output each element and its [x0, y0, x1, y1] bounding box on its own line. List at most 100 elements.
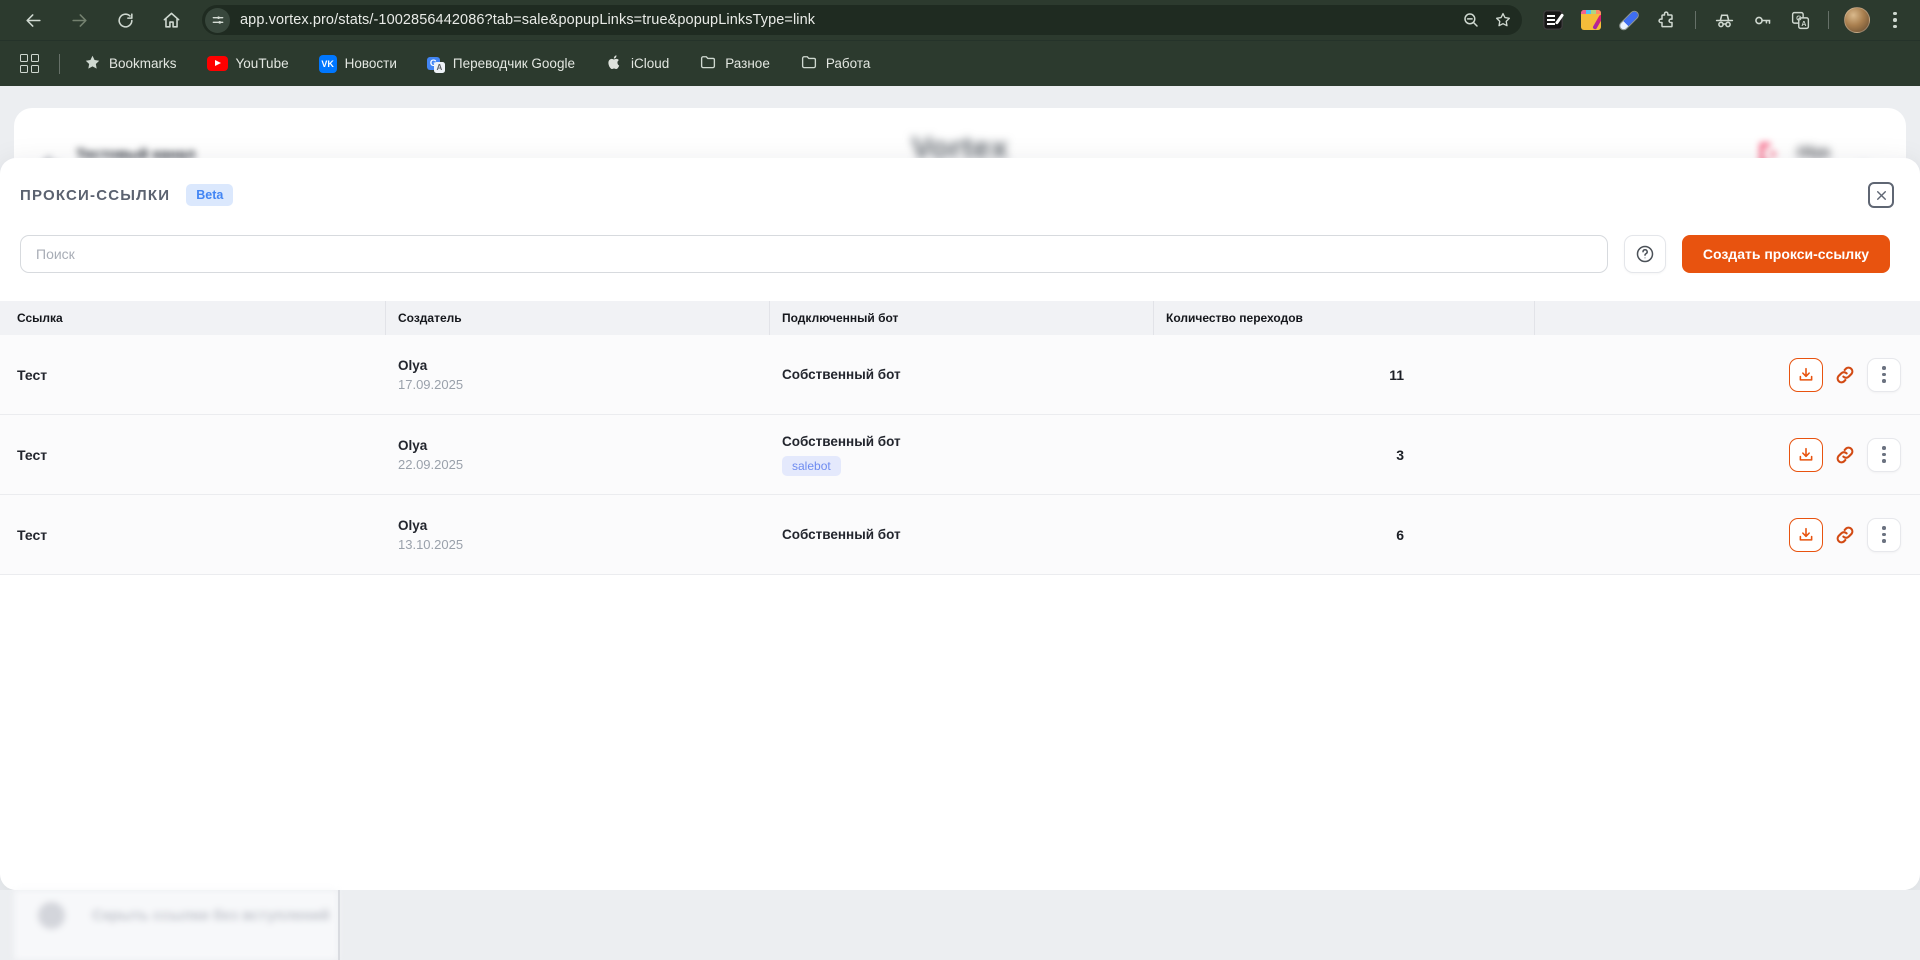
bot-name: Собственный бот — [782, 434, 1154, 449]
extensions-puzzle-icon[interactable] — [1652, 5, 1682, 35]
bookmark-label: Новости — [345, 56, 397, 71]
bookmark-star-icon[interactable] — [1494, 11, 1512, 29]
row-actions — [1535, 358, 1920, 392]
proxy-links-modal: ПРОКСИ-ССЫЛКИ Beta Создать прокси-ссылку… — [0, 158, 1920, 890]
profile-avatar[interactable] — [1842, 5, 1872, 35]
site-settings-icon[interactable] — [205, 8, 230, 33]
column-header-transitions: Количество переходов — [1154, 301, 1535, 335]
table-row: Тест Olya 22.09.2025 Собственный бот sal… — [0, 415, 1920, 495]
url-text[interactable]: app.vortex.pro/stats/-1002856442086?tab=… — [240, 12, 1452, 28]
search-input[interactable] — [20, 235, 1608, 273]
creator-name: Olya — [398, 518, 770, 533]
bookmark-google-translate[interactable]: GA Переводчик Google — [417, 50, 585, 78]
copy-link-button[interactable] — [1832, 442, 1858, 468]
back-icon[interactable] — [16, 3, 50, 37]
apps-grid-icon[interactable] — [14, 49, 45, 78]
bot-name: Собственный бот — [782, 527, 1154, 542]
bookmark-label: Переводчик Google — [453, 56, 575, 71]
notepad-extension-icon[interactable] — [1538, 5, 1568, 35]
column-header-link: Ссылка — [0, 301, 386, 335]
row-actions — [1535, 438, 1920, 472]
link-cell: Тест — [0, 527, 386, 543]
bookmark-label: Разное — [725, 56, 770, 71]
column-header-actions — [1535, 301, 1920, 335]
proxy-links-table: Ссылка Создатель Подключенный бот Количе… — [0, 301, 1920, 575]
folder-icon — [699, 53, 717, 74]
download-button[interactable] — [1789, 438, 1823, 472]
browser-toolbar: app.vortex.pro/stats/-1002856442086?tab=… — [0, 0, 1920, 40]
bookmark-bookmarks[interactable]: Bookmarks — [74, 49, 187, 79]
creator-name: Olya — [398, 438, 770, 453]
incognito-icon[interactable] — [1709, 5, 1739, 35]
notes-extension-icon[interactable] — [1576, 5, 1606, 35]
toolbar-divider — [1695, 11, 1696, 29]
browser-menu-icon[interactable] — [1880, 5, 1910, 35]
home-icon[interactable] — [154, 3, 188, 37]
folder-icon — [800, 53, 818, 74]
background-bottom-strip: Скрыть ссылки без вступлений — [0, 890, 1920, 960]
bookmark-youtube[interactable]: YouTube — [197, 51, 299, 76]
vk-icon: VK — [319, 55, 337, 73]
column-header-creator: Создатель — [386, 301, 770, 335]
download-icon — [1797, 446, 1815, 464]
download-button[interactable] — [1789, 358, 1823, 392]
bookmark-folder-rabota[interactable]: Работа — [790, 48, 881, 79]
creator-cell: Olya 17.09.2025 — [386, 358, 770, 392]
youtube-icon — [207, 56, 228, 71]
address-bar[interactable]: app.vortex.pro/stats/-1002856442086?tab=… — [202, 5, 1522, 35]
table-row: Тест Olya 13.10.2025 Собственный бот 6 — [0, 495, 1920, 575]
bookmark-news[interactable]: VK Новости — [309, 50, 407, 78]
row-actions — [1535, 518, 1920, 552]
copy-link-button[interactable] — [1832, 522, 1858, 548]
modal-title: ПРОКСИ-ССЫЛКИ — [20, 187, 170, 204]
forward-icon[interactable] — [62, 3, 96, 37]
transitions-cell: 3 — [1154, 447, 1535, 463]
pen-extension-icon[interactable] — [1614, 5, 1644, 35]
help-button[interactable] — [1624, 235, 1666, 273]
creator-date: 13.10.2025 — [398, 537, 770, 552]
creator-cell: Olya 22.09.2025 — [386, 438, 770, 472]
bot-cell: Собственный бот salebot — [770, 434, 1154, 476]
more-menu-button[interactable] — [1867, 518, 1901, 552]
svg-text:A: A — [1801, 21, 1806, 28]
bookmark-label: Работа — [826, 56, 871, 71]
reload-icon[interactable] — [108, 3, 142, 37]
link-icon — [1834, 364, 1856, 386]
creator-date: 17.09.2025 — [398, 377, 770, 392]
creator-cell: Olya 13.10.2025 — [386, 518, 770, 552]
bookmarks-divider — [59, 54, 60, 74]
link-cell: Тест — [0, 367, 386, 383]
info-circle-icon — [38, 902, 65, 929]
transitions-cell: 11 — [1154, 367, 1535, 383]
bookmark-label: iCloud — [631, 56, 669, 71]
create-proxy-link-button[interactable]: Создать прокси-ссылку — [1682, 235, 1890, 273]
more-menu-button[interactable] — [1867, 358, 1901, 392]
page-viewport: Тестовый канал Vortex Olya ПРОКСИ-ССЫЛКИ… — [0, 86, 1920, 960]
close-icon[interactable] — [1868, 182, 1894, 208]
zoom-out-icon[interactable] — [1462, 11, 1480, 29]
link-cell: Тест — [0, 447, 386, 463]
bookmark-label: Bookmarks — [109, 56, 177, 71]
copy-link-button[interactable] — [1832, 362, 1858, 388]
apple-icon — [605, 53, 623, 74]
download-icon — [1797, 526, 1815, 544]
bookmark-folder-raznoe[interactable]: Разное — [689, 48, 780, 79]
bookmark-icloud[interactable]: iCloud — [595, 48, 679, 79]
table-row: Тест Olya 17.09.2025 Собственный бот 11 — [0, 335, 1920, 415]
password-key-icon[interactable] — [1747, 5, 1777, 35]
toolbar-divider — [1828, 11, 1829, 29]
background-hint-text: Скрыть ссылки без вступлений — [92, 907, 330, 924]
salebot-badge: salebot — [782, 456, 841, 476]
star-icon — [84, 54, 101, 74]
translate-icon[interactable]: GA — [1785, 5, 1815, 35]
transitions-cell: 6 — [1154, 527, 1535, 543]
link-icon — [1834, 524, 1856, 546]
bot-cell: Собственный бот — [770, 527, 1154, 542]
bot-cell: Собственный бот — [770, 367, 1154, 382]
more-menu-button[interactable] — [1867, 438, 1901, 472]
modal-toolbar: Создать прокси-ссылку — [20, 235, 1890, 273]
download-icon — [1797, 366, 1815, 384]
bot-name: Собственный бот — [782, 367, 1154, 382]
google-translate-icon: GA — [427, 55, 445, 73]
download-button[interactable] — [1789, 518, 1823, 552]
